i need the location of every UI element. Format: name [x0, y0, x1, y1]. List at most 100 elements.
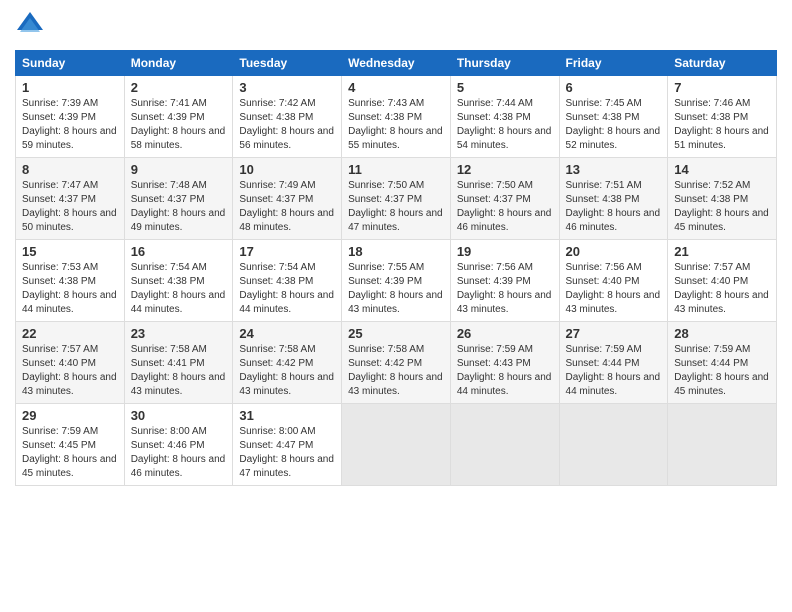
weekday-header-tuesday: Tuesday: [233, 51, 342, 76]
weekday-header-sunday: Sunday: [16, 51, 125, 76]
calendar-table: SundayMondayTuesdayWednesdayThursdayFrid…: [15, 50, 777, 486]
day-cell: 18 Sunrise: 7:55 AMSunset: 4:39 PMDayligh…: [342, 240, 451, 322]
day-info: Sunrise: 8:00 AMSunset: 4:47 PMDaylight:…: [239, 425, 335, 481]
day-cell: 30Sunrise: 8:00 AMSunset: 4:46 PMDayligh…: [124, 404, 233, 486]
day-cell: [450, 404, 559, 486]
day-cell: 16 Sunrise: 7:54 AMSunset: 4:38 PMDayligh…: [124, 240, 233, 322]
page-container: SundayMondayTuesdayWednesdayThursdayFrid…: [0, 0, 792, 496]
day-info: Sunrise: 7:51 AMSunset: 4:38 PMDaylight:…: [566, 179, 662, 235]
day-info: Sunrise: 7:59 AMSunset: 4:44 PMDaylight:…: [566, 343, 662, 399]
day-cell: 4 Sunrise: 7:43 AMSunset: 4:38 PMDaylight…: [342, 76, 451, 158]
day-cell: 31 Sunrise: 8:00 AMSunset: 4:47 PMDayligh…: [233, 404, 342, 486]
day-number: 8: [22, 162, 118, 177]
day-cell: 12 Sunrise: 7:50 AMSunset: 4:37 PMDayligh…: [450, 158, 559, 240]
day-number: 4: [348, 80, 444, 95]
day-number: 10: [239, 162, 335, 177]
day-number: 24: [239, 326, 335, 341]
day-number: 19: [457, 244, 553, 259]
day-cell: 17Sunrise: 7:54 AMSunset: 4:38 PMDayligh…: [233, 240, 342, 322]
day-cell: 22 Sunrise: 7:57 AMSunset: 4:40 PMDayligh…: [16, 322, 125, 404]
day-cell: 25Sunrise: 7:58 AMSunset: 4:42 PMDayligh…: [342, 322, 451, 404]
day-cell: 1 Sunrise: 7:39 AMSunset: 4:39 PMDaylight…: [16, 76, 125, 158]
day-number: 13: [566, 162, 662, 177]
day-info: Sunrise: 7:42 AMSunset: 4:38 PMDaylight:…: [239, 97, 335, 153]
day-number: 7: [674, 80, 770, 95]
day-info: Sunrise: 7:59 AMSunset: 4:45 PMDaylight:…: [22, 425, 118, 481]
day-number: 22: [22, 326, 118, 341]
day-cell: 23 Sunrise: 7:58 AMSunset: 4:41 PMDayligh…: [124, 322, 233, 404]
day-info: Sunrise: 7:58 AMSunset: 4:41 PMDaylight:…: [131, 343, 227, 399]
day-cell: 27 Sunrise: 7:59 AMSunset: 4:44 PMDayligh…: [559, 322, 668, 404]
day-info: Sunrise: 7:56 AMSunset: 4:39 PMDaylight:…: [457, 261, 553, 317]
day-info: Sunrise: 7:44 AMSunset: 4:38 PMDaylight:…: [457, 97, 553, 153]
day-cell: 24 Sunrise: 7:58 AMSunset: 4:42 PMDayligh…: [233, 322, 342, 404]
day-info: Sunrise: 7:48 AMSunset: 4:37 PMDaylight:…: [131, 179, 227, 235]
day-number: 12: [457, 162, 553, 177]
day-cell: 26 Sunrise: 7:59 AMSunset: 4:43 PMDayligh…: [450, 322, 559, 404]
logo: [15, 10, 47, 40]
day-cell: 28Sunrise: 7:59 AMSunset: 4:44 PMDayligh…: [668, 322, 777, 404]
day-cell: 19 Sunrise: 7:56 AMSunset: 4:39 PMDayligh…: [450, 240, 559, 322]
day-info: Sunrise: 7:41 AMSunset: 4:39 PMDaylight:…: [131, 97, 227, 153]
day-info: Sunrise: 7:55 AMSunset: 4:39 PMDaylight:…: [348, 261, 444, 317]
day-cell: [668, 404, 777, 486]
weekday-header-thursday: Thursday: [450, 51, 559, 76]
day-info: Sunrise: 7:46 AMSunset: 4:38 PMDaylight:…: [674, 97, 770, 153]
day-number: 2: [131, 80, 227, 95]
day-number: 1: [22, 80, 118, 95]
day-info: Sunrise: 7:39 AMSunset: 4:39 PMDaylight:…: [22, 97, 118, 153]
day-number: 5: [457, 80, 553, 95]
day-number: 11: [348, 162, 444, 177]
day-number: 16: [131, 244, 227, 259]
weekday-header-monday: Monday: [124, 51, 233, 76]
day-number: 27: [566, 326, 662, 341]
day-info: Sunrise: 7:56 AMSunset: 4:40 PMDaylight:…: [566, 261, 662, 317]
day-cell: 3 Sunrise: 7:42 AMSunset: 4:38 PMDaylight…: [233, 76, 342, 158]
day-cell: 21Sunrise: 7:57 AMSunset: 4:40 PMDayligh…: [668, 240, 777, 322]
day-number: 26: [457, 326, 553, 341]
day-info: Sunrise: 7:59 AMSunset: 4:43 PMDaylight:…: [457, 343, 553, 399]
day-info: Sunrise: 7:50 AMSunset: 4:37 PMDaylight:…: [457, 179, 553, 235]
day-number: 3: [239, 80, 335, 95]
day-info: Sunrise: 7:57 AMSunset: 4:40 PMDaylight:…: [22, 343, 118, 399]
day-info: Sunrise: 7:43 AMSunset: 4:38 PMDaylight:…: [348, 97, 444, 153]
day-number: 31: [239, 408, 335, 423]
day-info: Sunrise: 7:50 AMSunset: 4:37 PMDaylight:…: [348, 179, 444, 235]
day-cell: 7 Sunrise: 7:46 AMSunset: 4:38 PMDaylight…: [668, 76, 777, 158]
day-info: Sunrise: 7:53 AMSunset: 4:38 PMDaylight:…: [22, 261, 118, 317]
day-info: Sunrise: 7:54 AMSunset: 4:38 PMDaylight:…: [131, 261, 227, 317]
day-cell: 20Sunrise: 7:56 AMSunset: 4:40 PMDayligh…: [559, 240, 668, 322]
day-info: Sunrise: 7:45 AMSunset: 4:38 PMDaylight:…: [566, 97, 662, 153]
day-number: 15: [22, 244, 118, 259]
day-cell: 14 Sunrise: 7:52 AMSunset: 4:38 PMDayligh…: [668, 158, 777, 240]
day-info: Sunrise: 7:58 AMSunset: 4:42 PMDaylight:…: [348, 343, 444, 399]
day-cell: 11 Sunrise: 7:50 AMSunset: 4:37 PMDayligh…: [342, 158, 451, 240]
weekday-header-saturday: Saturday: [668, 51, 777, 76]
day-info: Sunrise: 7:59 AMSunset: 4:44 PMDaylight:…: [674, 343, 770, 399]
day-number: 18: [348, 244, 444, 259]
day-cell: 15 Sunrise: 7:53 AMSunset: 4:38 PMDayligh…: [16, 240, 125, 322]
day-cell: 29Sunrise: 7:59 AMSunset: 4:45 PMDayligh…: [16, 404, 125, 486]
day-cell: 5 Sunrise: 7:44 AMSunset: 4:38 PMDaylight…: [450, 76, 559, 158]
day-number: 9: [131, 162, 227, 177]
day-cell: [559, 404, 668, 486]
day-number: 17: [239, 244, 335, 259]
day-number: 6: [566, 80, 662, 95]
header-row: SundayMondayTuesdayWednesdayThursdayFrid…: [16, 51, 777, 76]
week-row-5: 29Sunrise: 7:59 AMSunset: 4:45 PMDayligh…: [16, 404, 777, 486]
day-number: 23: [131, 326, 227, 341]
day-cell: [342, 404, 451, 486]
day-cell: 8 Sunrise: 7:47 AMSunset: 4:37 PMDaylight…: [16, 158, 125, 240]
day-cell: 10Sunrise: 7:49 AMSunset: 4:37 PMDayligh…: [233, 158, 342, 240]
day-info: Sunrise: 7:52 AMSunset: 4:38 PMDaylight:…: [674, 179, 770, 235]
day-cell: 9 Sunrise: 7:48 AMSunset: 4:37 PMDaylight…: [124, 158, 233, 240]
day-info: Sunrise: 7:47 AMSunset: 4:37 PMDaylight:…: [22, 179, 118, 235]
header: [15, 10, 777, 40]
weekday-header-friday: Friday: [559, 51, 668, 76]
day-cell: 13 Sunrise: 7:51 AMSunset: 4:38 PMDayligh…: [559, 158, 668, 240]
day-info: Sunrise: 7:58 AMSunset: 4:42 PMDaylight:…: [239, 343, 335, 399]
week-row-2: 8 Sunrise: 7:47 AMSunset: 4:37 PMDaylight…: [16, 158, 777, 240]
day-number: 14: [674, 162, 770, 177]
week-row-4: 22 Sunrise: 7:57 AMSunset: 4:40 PMDayligh…: [16, 322, 777, 404]
day-info: Sunrise: 8:00 AMSunset: 4:46 PMDaylight:…: [131, 425, 227, 481]
